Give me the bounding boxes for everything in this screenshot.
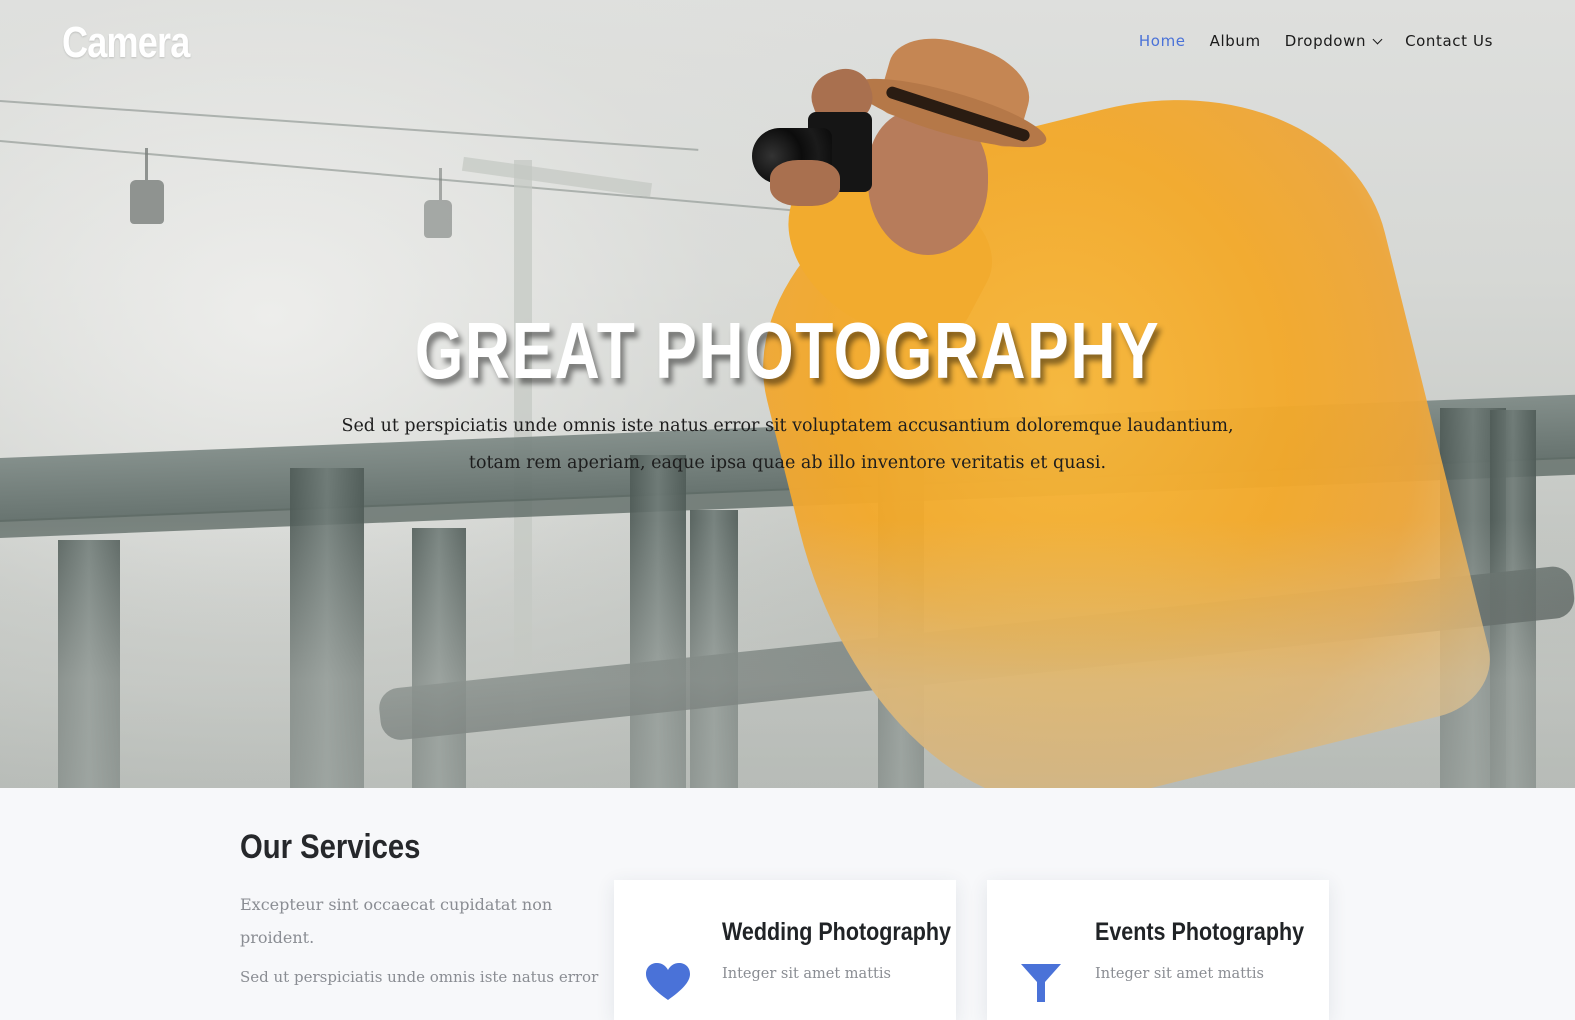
nav-home[interactable]: Home [1139, 32, 1186, 50]
service-card-text: Integer sit amet mattis [1095, 966, 1264, 982]
gondola [424, 168, 452, 238]
service-card-wedding[interactable]: Wedding Photography Integer sit amet mat… [614, 880, 956, 1020]
chevron-down-icon [1372, 34, 1383, 44]
service-card-title: Wedding Photography [722, 918, 951, 946]
gondola [130, 148, 164, 224]
photographer-hand [770, 160, 840, 206]
nav-contact-us[interactable]: Contact Us [1405, 32, 1493, 50]
heart-icon [646, 963, 690, 1000]
service-card-title: Events Photography [1095, 918, 1305, 946]
services-section: Our Services Excepteur sint occaecat cup… [0, 788, 1575, 1020]
services-title: Our Services [240, 828, 421, 866]
nav-dropdown[interactable]: Dropdown [1284, 32, 1383, 50]
glass-icon [1021, 964, 1061, 1002]
hero-subtitle-line: Sed ut perspiciatis unde omnis iste natu… [341, 416, 1234, 436]
service-card-events[interactable]: Events Photography Integer sit amet matt… [987, 880, 1329, 1020]
services-description-2: Sed ut perspiciatis unde omnis iste natu… [240, 968, 599, 986]
service-card-text: Integer sit amet mattis [722, 966, 891, 982]
brand-logo[interactable]: Camera [62, 18, 190, 68]
hero-fog-bottom [0, 520, 1575, 788]
nav-album[interactable]: Album [1210, 32, 1261, 50]
main-nav: Home Album Dropdown Contact Us [1139, 32, 1493, 50]
nav-dropdown-label: Dropdown [1284, 32, 1367, 50]
services-description: Excepteur sint occaecat cupidatat non pr… [240, 895, 553, 947]
hero-title: GREAT PHOTOGRAPHY [414, 306, 1161, 395]
hero-subtitle-line: totam rem aperiam, eaque ipsa quae ab il… [468, 453, 1107, 473]
hero-section: Camera Home Album Dropdown Contact Us GR… [0, 0, 1575, 788]
hero-subtitle: Sed ut perspiciatis unde omnis iste natu… [330, 408, 1245, 482]
